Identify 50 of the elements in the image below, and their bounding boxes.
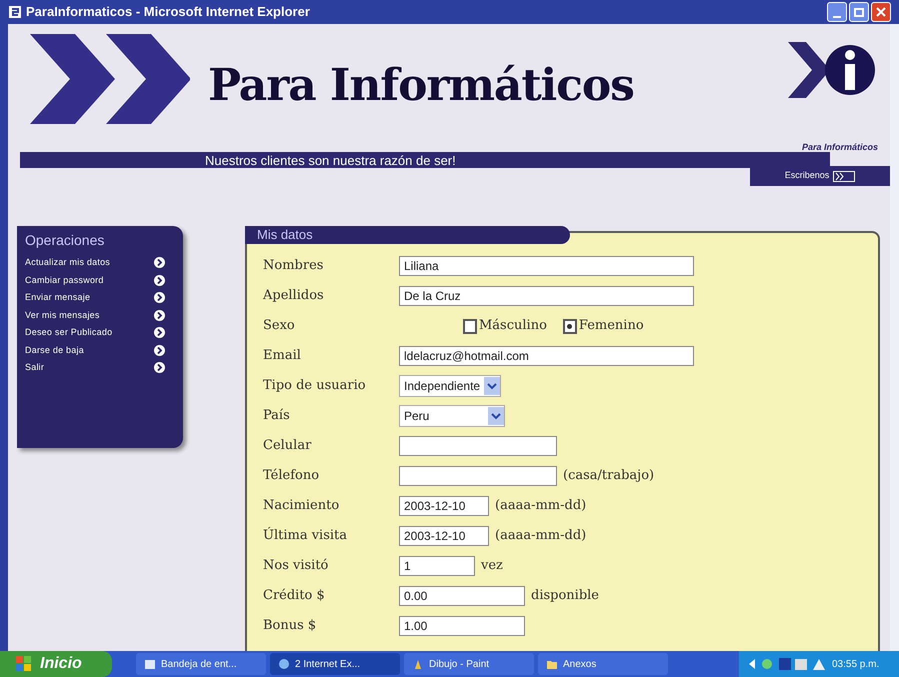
taskbar-button[interactable]: Bandeja de ent... <box>136 653 266 675</box>
contact-button[interactable]: Escribenos <box>784 169 856 183</box>
field-hint: (aaaa-mm-dd) <box>495 497 586 516</box>
logo-caption: Para Informáticos <box>802 141 878 154</box>
menu-link[interactable]: Enviar mensaje <box>17 289 183 306</box>
taskbar-button[interactable]: Anexos <box>538 653 668 675</box>
input-field[interactable]: 1 <box>399 556 475 576</box>
input-field[interactable]: 2003-12-10 <box>399 496 489 516</box>
clock: 03:55 p.m. <box>832 658 880 672</box>
field-label: País <box>263 407 291 426</box>
radio-option[interactable]: Másculino <box>463 316 547 336</box>
menu-link[interactable]: Actualizar mis datos <box>17 254 183 272</box>
field-label: Tipo de usuario <box>263 377 367 396</box>
section-title: Mis datos <box>245 226 570 244</box>
panel-title: Operaciones <box>24 231 106 250</box>
taskbar-button[interactable]: 2 Internet Ex... <box>270 653 400 675</box>
menu-link[interactable]: Deseo ser Publicado <box>17 324 183 342</box>
input-field[interactable]: ldelacruz@hotmail.com <box>399 346 694 366</box>
field-label: Nombres <box>263 257 324 276</box>
field-label: Bonus $ <box>263 617 318 636</box>
menu-link[interactable]: Cambiar password <box>17 272 183 289</box>
field-label: Nos visitó <box>263 557 330 576</box>
input-field[interactable]: 1.00 <box>399 616 525 636</box>
input-field[interactable]: Liliana <box>399 256 694 276</box>
radio-option[interactable]: Femenino <box>562 316 644 336</box>
taskbar-button[interactable]: Dibujo - Paint <box>404 653 534 675</box>
menu-link[interactable]: Salir <box>17 359 183 376</box>
field-label: Celular <box>263 437 312 456</box>
field-label: Email <box>263 347 302 366</box>
field-hint: disponible <box>531 587 600 606</box>
dropdown[interactable]: Peru <box>399 405 505 427</box>
field-label: Nacimiento <box>263 497 340 516</box>
field-label: Sexo <box>263 317 296 336</box>
input-field[interactable]: 0.00 <box>399 586 525 606</box>
field-label: Última visita <box>263 526 348 546</box>
field-hint: (casa/trabajo) <box>563 467 654 486</box>
window-title: ParaInformaticos - Microsoft Internet Explorer <box>26 3 310 22</box>
start-button[interactable]: Inicio <box>0 651 112 677</box>
menu-link[interactable]: Darse de baja <box>17 342 183 359</box>
menu-link[interactable]: Ver mis mensajes <box>17 306 183 324</box>
slogan: Nuestros clientes son nuestra razón de ser! <box>205 154 456 166</box>
field-label: Apellidos <box>263 287 325 306</box>
field-hint: vez <box>481 557 503 576</box>
field-label: Télefono <box>263 467 320 486</box>
input-field[interactable]: 2003-12-10 <box>399 526 489 546</box>
field-hint: (aaaa-mm-dd) <box>495 527 586 546</box>
field-label: Crédito $ <box>263 587 326 606</box>
dropdown[interactable]: Independiente <box>399 375 502 397</box>
site-title: Para Informáticos <box>208 64 634 108</box>
input-field[interactable]: De la Cruz <box>399 286 694 306</box>
